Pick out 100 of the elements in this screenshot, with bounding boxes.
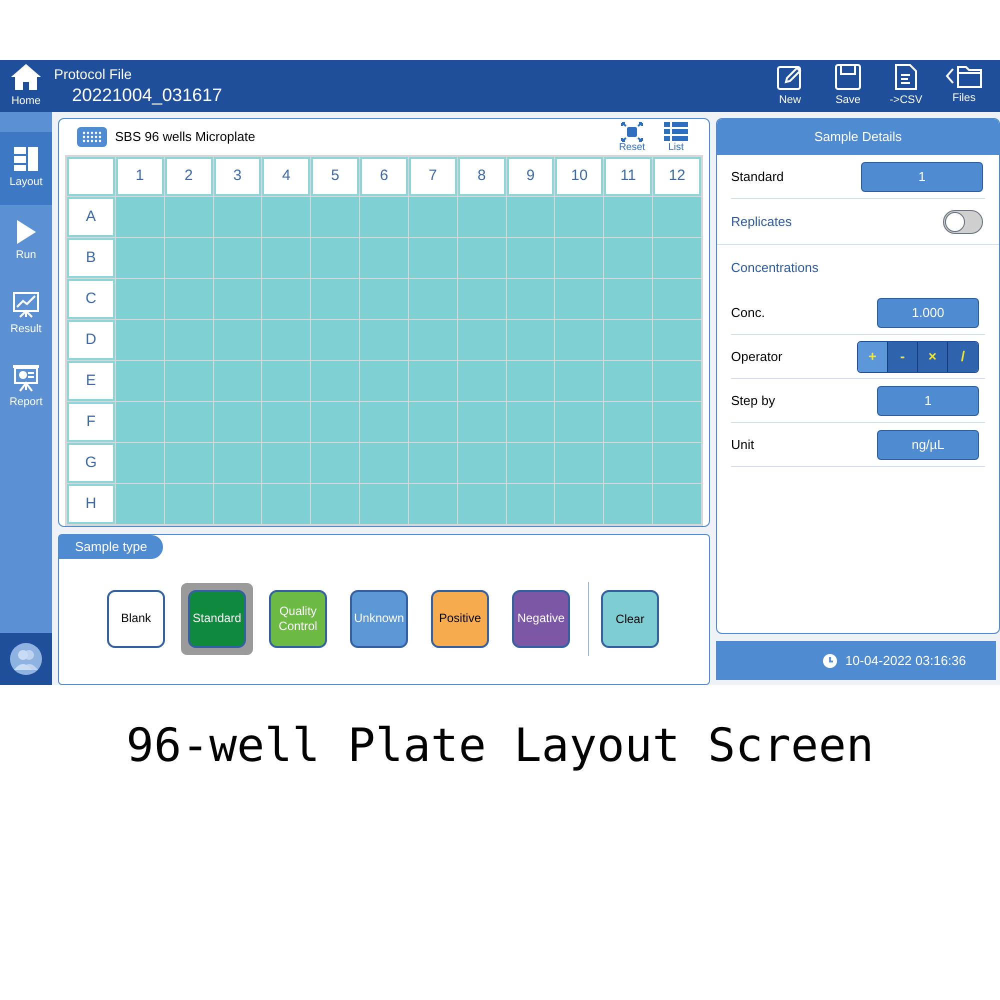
- nav-item[interactable]: Home: [0, 60, 52, 112]
- well[interactable]: [408, 443, 457, 483]
- well[interactable]: [458, 443, 506, 483]
- sample-type-button[interactable]: Unknown: [350, 590, 408, 648]
- well[interactable]: [604, 484, 652, 524]
- nav-item[interactable]: Report: [0, 351, 52, 424]
- well[interactable]: [311, 402, 360, 442]
- well[interactable]: [360, 402, 408, 442]
- well[interactable]: [214, 402, 262, 442]
- well[interactable]: [311, 443, 360, 483]
- sample-type-button[interactable]: Quality Control: [269, 590, 327, 648]
- well[interactable]: [116, 238, 164, 278]
- well[interactable]: [214, 443, 262, 483]
- well[interactable]: [458, 320, 506, 360]
- well[interactable]: [116, 402, 164, 442]
- well[interactable]: [408, 361, 457, 401]
- well[interactable]: [164, 402, 213, 442]
- well[interactable]: [214, 320, 262, 360]
- value-field[interactable]: ng/µL: [877, 430, 979, 460]
- well[interactable]: [311, 279, 360, 319]
- well[interactable]: [458, 197, 506, 237]
- well[interactable]: [311, 197, 360, 237]
- well[interactable]: [360, 361, 408, 401]
- well[interactable]: [604, 197, 652, 237]
- well[interactable]: [408, 279, 457, 319]
- value-field[interactable]: 1: [861, 162, 983, 192]
- sample-type-button[interactable]: Blank: [107, 590, 165, 648]
- well[interactable]: [506, 320, 554, 360]
- well[interactable]: [458, 238, 506, 278]
- well[interactable]: [116, 279, 164, 319]
- well[interactable]: [555, 443, 604, 483]
- well[interactable]: [604, 238, 652, 278]
- well[interactable]: [555, 197, 604, 237]
- well[interactable]: [653, 484, 701, 524]
- toolbar-button[interactable]: New: [768, 64, 812, 108]
- well[interactable]: [262, 279, 310, 319]
- well[interactable]: [164, 197, 213, 237]
- well[interactable]: [653, 361, 701, 401]
- well[interactable]: [164, 484, 213, 524]
- operator-button[interactable]: +: [858, 342, 888, 372]
- well[interactable]: [506, 279, 554, 319]
- well[interactable]: [214, 361, 262, 401]
- toolbar-button[interactable]: ->CSV: [884, 64, 928, 108]
- well[interactable]: [360, 484, 408, 524]
- well[interactable]: [555, 361, 604, 401]
- well[interactable]: [164, 443, 213, 483]
- user-avatar-icon[interactable]: [9, 642, 43, 676]
- well[interactable]: [116, 443, 164, 483]
- well[interactable]: [555, 402, 604, 442]
- well[interactable]: [408, 197, 457, 237]
- well[interactable]: [311, 238, 360, 278]
- well[interactable]: [214, 484, 262, 524]
- well[interactable]: [116, 197, 164, 237]
- sample-type-button[interactable]: Standard: [188, 590, 246, 648]
- well[interactable]: [506, 443, 554, 483]
- well[interactable]: [116, 320, 164, 360]
- plate-action-button[interactable]: List: [659, 122, 693, 152]
- well[interactable]: [262, 443, 310, 483]
- well[interactable]: [408, 484, 457, 524]
- well[interactable]: [604, 402, 652, 442]
- well[interactable]: [116, 361, 164, 401]
- well[interactable]: [408, 238, 457, 278]
- well[interactable]: [604, 361, 652, 401]
- well[interactable]: [360, 320, 408, 360]
- well[interactable]: [458, 484, 506, 524]
- well[interactable]: [555, 484, 604, 524]
- well[interactable]: [408, 402, 457, 442]
- well[interactable]: [555, 279, 604, 319]
- well[interactable]: [458, 279, 506, 319]
- well[interactable]: [360, 443, 408, 483]
- well[interactable]: [311, 484, 360, 524]
- well[interactable]: [653, 238, 701, 278]
- well[interactable]: [164, 361, 213, 401]
- well[interactable]: [262, 238, 310, 278]
- well[interactable]: [506, 402, 554, 442]
- well[interactable]: [116, 484, 164, 524]
- well[interactable]: [653, 443, 701, 483]
- well[interactable]: [653, 402, 701, 442]
- well[interactable]: [604, 279, 652, 319]
- well[interactable]: [360, 279, 408, 319]
- clear-button[interactable]: Clear: [601, 590, 659, 648]
- well[interactable]: [360, 238, 408, 278]
- operator-button[interactable]: /: [948, 342, 978, 372]
- well[interactable]: [164, 320, 213, 360]
- nav-item[interactable]: Layout: [0, 132, 52, 205]
- well[interactable]: [164, 279, 213, 319]
- well[interactable]: [408, 320, 457, 360]
- well[interactable]: [506, 197, 554, 237]
- well[interactable]: [214, 238, 262, 278]
- well[interactable]: [506, 484, 554, 524]
- well[interactable]: [604, 443, 652, 483]
- well[interactable]: [653, 279, 701, 319]
- well[interactable]: [506, 238, 554, 278]
- well[interactable]: [458, 402, 506, 442]
- well[interactable]: [164, 238, 213, 278]
- well[interactable]: [360, 197, 408, 237]
- well[interactable]: [214, 279, 262, 319]
- well[interactable]: [262, 484, 310, 524]
- well[interactable]: [262, 320, 310, 360]
- operator-button[interactable]: -: [888, 342, 918, 372]
